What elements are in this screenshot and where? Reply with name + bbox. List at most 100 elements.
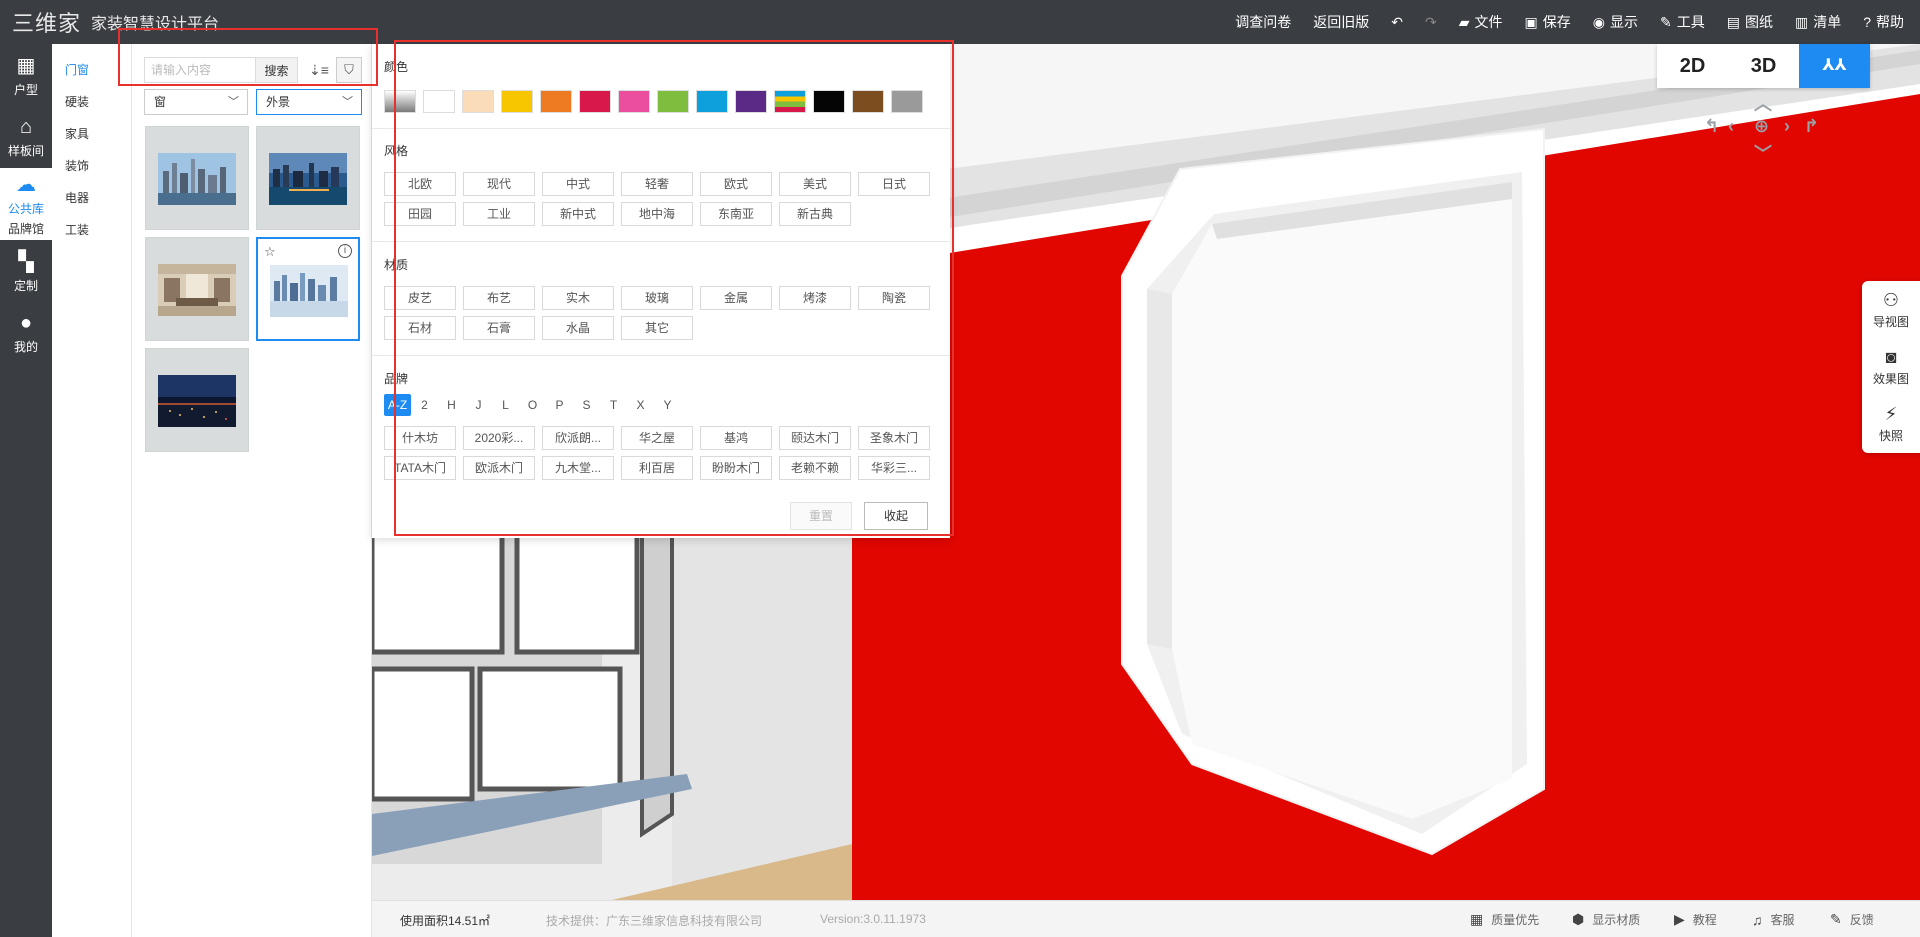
thumbnail-image <box>269 153 347 205</box>
show-material-button[interactable]: ⬢ 显示材质 <box>1572 911 1640 928</box>
walkthrough-icon[interactable]: ⅄⅄ <box>1799 44 1870 88</box>
chevron-down-icon: ﹀ <box>228 96 239 108</box>
quality-icon: ▦ <box>1470 911 1484 927</box>
info-icon[interactable]: i <box>338 244 352 258</box>
save-label: 保存 <box>1542 14 1571 30</box>
play-icon: ▶ <box>1674 911 1685 927</box>
snapshot-label: 快照 <box>1878 428 1903 443</box>
rail-label: 我的 <box>13 339 38 354</box>
category-appliances[interactable]: 电器 <box>52 182 131 214</box>
help-menu[interactable]: ? 帮助 <box>1863 12 1904 32</box>
thumbnail-city-dusk[interactable] <box>256 126 360 230</box>
thumbnail-city-night[interactable] <box>145 348 249 452</box>
snapshot-button[interactable]: ⚡ 快照 <box>1862 395 1920 452</box>
category-furniture[interactable]: 家具 <box>52 118 131 150</box>
old-version-button[interactable]: 返回旧版 <box>1313 12 1369 32</box>
drawings-label: 图纸 <box>1744 14 1773 30</box>
chevron-left-icon[interactable]: ‹ <box>1728 116 1734 137</box>
rotate-right-icon[interactable]: ↱ <box>1804 116 1819 137</box>
old-version-label: 返回旧版 <box>1313 14 1370 30</box>
category-column: 门窗 硬装 家具 装饰 电器 工装 <box>52 44 132 937</box>
rail-item-showroom[interactable]: ⌂ 样板间 <box>0 106 52 168</box>
star-icon[interactable]: ☆ <box>264 244 276 260</box>
right-toolbar: ⚇ 导视图 ◙ 效果图 ⚡ 快照 <box>1862 281 1920 453</box>
file-label: 文件 <box>1474 14 1503 30</box>
tutorial-label: 教程 <box>1692 913 1717 927</box>
quality-priority-button[interactable]: ▦ 质量优先 <box>1470 911 1539 928</box>
thumbnail-city-waterfront[interactable]: ☆ i <box>256 237 360 341</box>
annotation-box-search <box>118 28 378 86</box>
category-hard-decor[interactable]: 硬装 <box>52 86 131 118</box>
chevron-down-icon: ﹀ <box>342 96 353 108</box>
rail-item-mine[interactable]: ● 我的 <box>0 302 52 364</box>
redo-icon: ↷ <box>1425 13 1437 30</box>
thumbnail-image <box>158 375 236 427</box>
list-menu[interactable]: ▥ 清单 <box>1795 12 1841 32</box>
drawings-menu[interactable]: ▤ 图纸 <box>1727 12 1773 32</box>
rail-label: 样板间 <box>7 143 44 158</box>
status-bar: 使用面积14.51㎡ 技术提供：广东三维家信息科技有限公司 Version:3.… <box>372 900 1920 937</box>
rail-item-custom[interactable]: ▚ 定制 <box>0 240 52 302</box>
file-menu[interactable]: ▰ 文件 <box>1459 12 1503 32</box>
feedback-button[interactable]: ✎ 反馈 <box>1830 911 1874 928</box>
quality-label: 质量优先 <box>1491 913 1540 927</box>
tutorial-button[interactable]: ▶ 教程 <box>1674 911 1717 928</box>
rail-item-floorplan[interactable]: ▦ 户型 <box>0 44 52 106</box>
rail-label: 公共库 <box>7 201 44 216</box>
type-select-value: 窗 <box>154 95 167 109</box>
snapshot-icon: ⚡ <box>1884 403 1898 424</box>
eye-icon: ◉ <box>1592 13 1605 30</box>
floorplan-icon: ▦ <box>16 54 36 77</box>
render-button[interactable]: ◙ 效果图 <box>1862 338 1920 395</box>
nav-view-label: 导视图 <box>1872 314 1909 329</box>
save-icon: ▣ <box>1524 13 1538 30</box>
category-commercial[interactable]: 工装 <box>52 214 131 246</box>
help-label: 帮助 <box>1876 14 1904 30</box>
brand-hall-link[interactable]: 品牌馆 <box>8 220 44 237</box>
thumbnail-city-day[interactable] <box>145 126 249 230</box>
type-select[interactable]: 窗 ﹀ <box>144 89 248 115</box>
camera-icon: ◙ <box>1885 346 1897 367</box>
undo-icon: ↶ <box>1391 13 1404 30</box>
display-menu[interactable]: ◉ 显示 <box>1593 12 1638 32</box>
render-label: 效果图 <box>1872 371 1909 386</box>
view-select[interactable]: 外景 ﹀ <box>256 89 362 115</box>
top-menu: 调查问卷 返回旧版 ↶ ↷ ▰ 文件 ▣ 保存 ◉ 显示 ✎ 工具 ▤ 图纸 ▥ 清单 ? 帮… <box>1235 0 1904 44</box>
thumbnail-image <box>270 265 348 317</box>
chevron-down-icon[interactable]: ﹀ <box>1754 140 1772 166</box>
category-decoration[interactable]: 装饰 <box>52 150 131 182</box>
view-3d-button[interactable]: 3D <box>1728 44 1799 88</box>
list-icon: ▥ <box>1794 13 1809 30</box>
usable-area: 使用面积14.51㎡ <box>400 914 491 928</box>
redo-button[interactable]: ↷ <box>1425 14 1437 31</box>
tools-menu[interactable]: ✎ 工具 <box>1660 12 1705 32</box>
save-button[interactable]: ▣ 保存 <box>1525 12 1571 32</box>
navview-icon: ⚇ <box>1882 289 1900 310</box>
version-text: Version:3.0.11.1973 <box>820 912 926 926</box>
list-label: 清单 <box>1813 14 1842 30</box>
house-icon: ⌂ <box>19 115 33 138</box>
view-mode-toggle: 2D 3D ⅄⅄ <box>1657 44 1870 88</box>
wrench-icon: ✎ <box>1660 13 1672 30</box>
rail-item-public-library[interactable]: ☁ 公共库 品牌馆 <box>0 168 52 240</box>
tools-label: 工具 <box>1676 14 1705 30</box>
thumbnail-interior[interactable] <box>145 237 249 341</box>
view-2d-button[interactable]: 2D <box>1657 44 1728 88</box>
map-icon: ▤ <box>1726 13 1740 30</box>
rotate-left-icon[interactable]: ↰ <box>1704 116 1719 137</box>
undo-button[interactable]: ↶ <box>1391 14 1403 31</box>
thumbnail-image <box>158 264 236 316</box>
folder-icon: ▰ <box>1458 13 1470 30</box>
chevron-up-icon[interactable]: ︿ <box>1754 90 1772 116</box>
help-icon: ? <box>1863 14 1871 30</box>
chevron-right-icon[interactable]: › <box>1784 116 1790 137</box>
camera-nav-controls: ︿ ↰ ‹ ⊕ › ↱ ﹀ <box>1700 94 1824 168</box>
nav-view-button[interactable]: ⚇ 导视图 <box>1862 281 1920 338</box>
thumbnail-image <box>158 153 236 205</box>
target-icon[interactable]: ⊕ <box>1754 116 1769 137</box>
left-rail: ▦ 户型 ⌂ 样板间 ☁ 公共库 品牌馆 ▚ 定制 ● 我的 <box>0 44 52 937</box>
tech-provider: 技术提供：广东三维家信息科技有限公司 <box>546 914 763 928</box>
survey-button[interactable]: 调查问卷 <box>1235 12 1291 32</box>
blocks-icon: ▚ <box>18 250 34 273</box>
support-button[interactable]: ♫ 客服 <box>1752 911 1795 928</box>
